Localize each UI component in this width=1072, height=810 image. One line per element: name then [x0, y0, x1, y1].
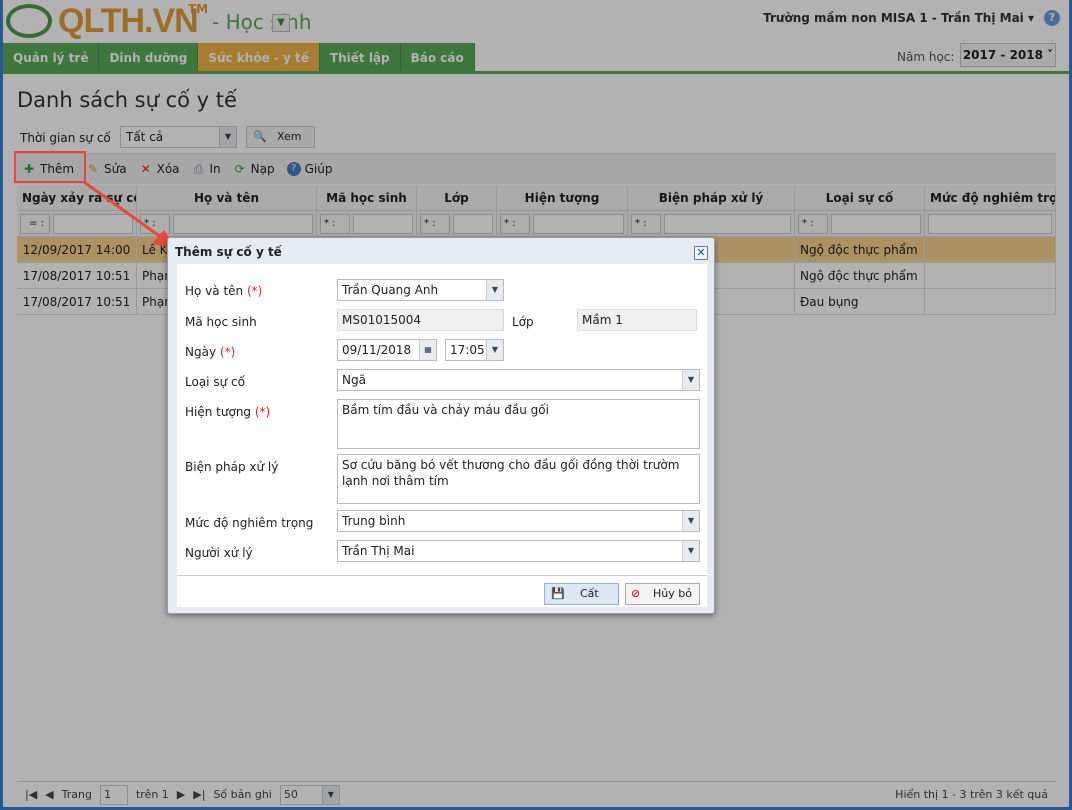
chevron-down-icon: ▼	[486, 340, 503, 360]
action-textarea[interactable]: Sơ cứu băng bó vết thương cho đầu gối đồ…	[337, 454, 700, 504]
handler-select[interactable]: Trần Thị Mai ▼	[337, 540, 700, 562]
symptom-label: Hiện tượng (*)	[185, 405, 271, 419]
student-code-field: MS01015004	[337, 309, 504, 331]
add-incident-dialog: Thêm sự cố y tế ✕ Họ và tên (*) Trần Qua…	[167, 237, 715, 614]
close-icon[interactable]: ✕	[694, 246, 708, 260]
time-select[interactable]: 17:05 ▼	[445, 339, 504, 361]
cancel-label: Hủy bỏ	[653, 587, 692, 600]
handler-label: Người xử lý	[185, 546, 253, 560]
severity-value: Trung bình	[342, 514, 406, 528]
chevron-down-icon: ▼	[682, 511, 699, 531]
dialog-divider	[177, 575, 707, 576]
save-label: Cất	[580, 587, 599, 600]
calendar-icon[interactable]: ▦	[419, 340, 436, 360]
type-label: Loại sự cố	[185, 375, 245, 389]
student-name-select[interactable]: Trần Quang Anh ▼	[337, 279, 504, 301]
time-value: 17:05	[450, 343, 485, 357]
save-button[interactable]: 💾 Cất	[544, 583, 619, 605]
save-icon: 💾	[551, 587, 565, 600]
name-label: Họ và tên (*)	[185, 284, 263, 298]
date-label: Ngày (*)	[185, 345, 236, 359]
cancel-button[interactable]: ⊘ Hủy bỏ	[625, 583, 700, 605]
date-value: 09/11/2018	[342, 343, 412, 357]
symptom-textarea[interactable]: Bầm tím đầu và chảy máu đầu gối	[337, 399, 700, 449]
incident-type-select[interactable]: Ngã ▼	[337, 369, 700, 391]
date-input[interactable]: 09/11/2018 ▦	[337, 339, 437, 361]
class-field: Mầm 1	[577, 309, 697, 331]
severity-select[interactable]: Trung bình ▼	[337, 510, 700, 532]
chevron-down-icon: ▼	[682, 370, 699, 390]
chevron-down-icon: ▼	[682, 541, 699, 561]
class-label: Lớp	[512, 315, 534, 329]
cancel-icon: ⊘	[631, 587, 641, 600]
student-name-value: Trần Quang Anh	[342, 283, 439, 297]
action-label: Biện pháp xử lý	[185, 460, 279, 474]
handler-value: Trần Thị Mai	[342, 544, 415, 558]
code-label: Mã học sinh	[185, 315, 257, 329]
incident-type-value: Ngã	[342, 373, 366, 387]
dialog-title: Thêm sự cố y tế	[175, 245, 282, 259]
chevron-down-icon: ▼	[486, 280, 503, 300]
severity-label: Mức độ nghiêm trọng	[185, 516, 314, 530]
